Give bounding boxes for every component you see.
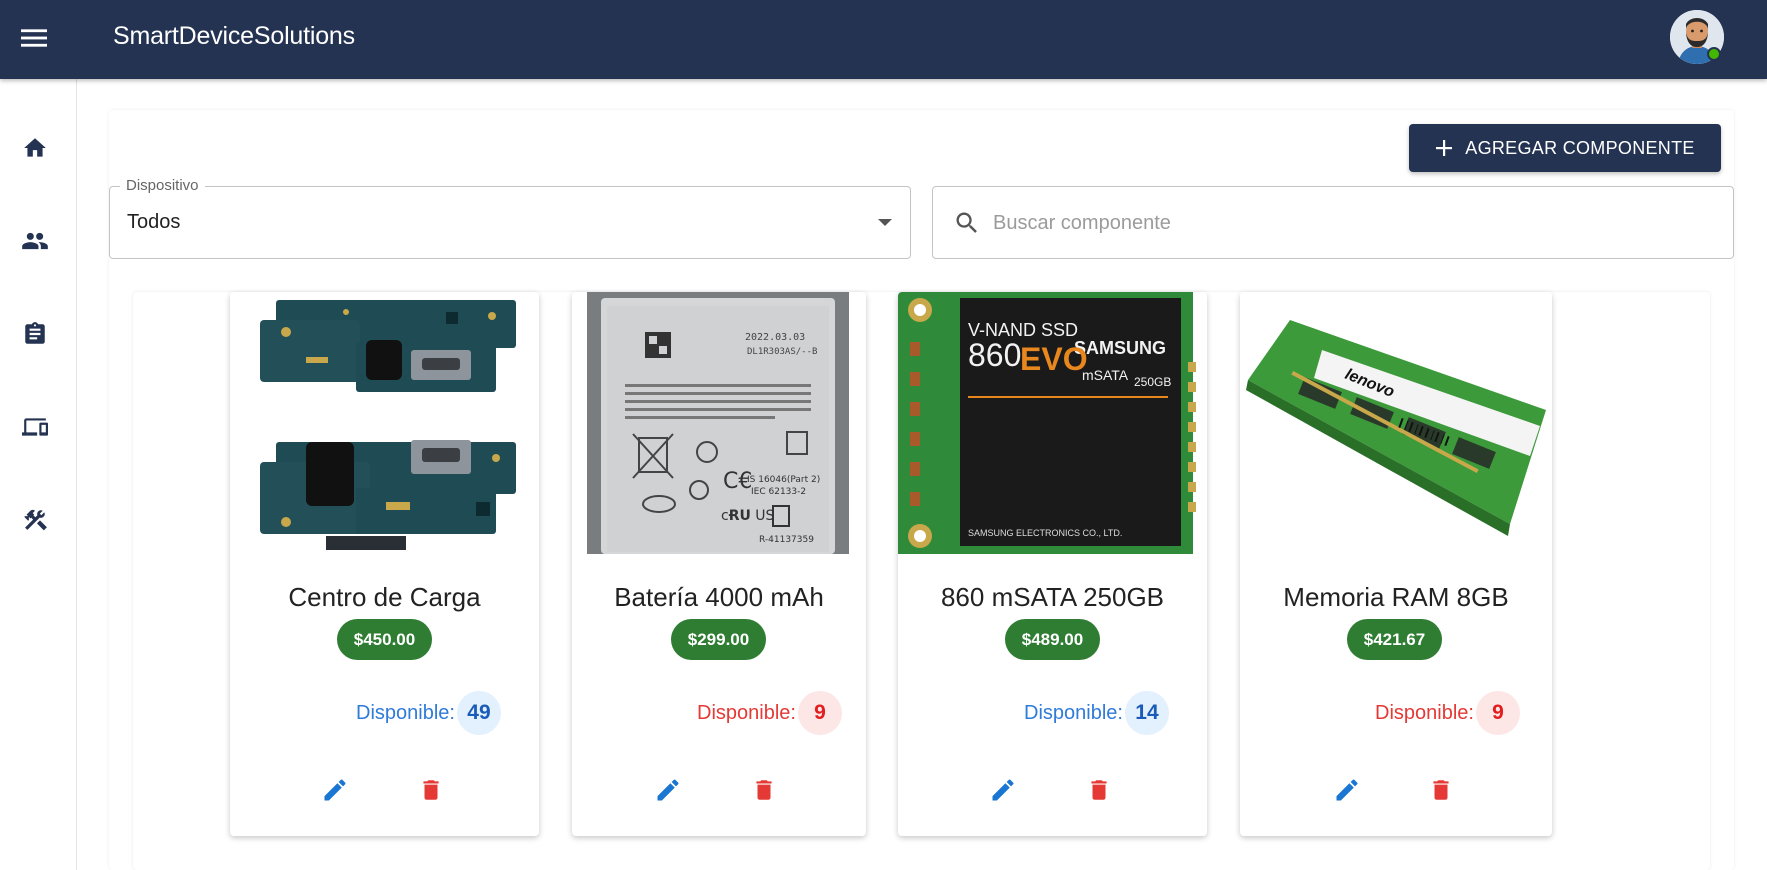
edit-icon [657, 779, 679, 801]
ssd-maker-text: SAMSUNG ELECTRONICS CO., LTD. [968, 528, 1122, 538]
stock-count-badge: 14 [1124, 691, 1169, 735]
product-image-battery: 2022.03.03 DL1R303AS/--B C€ IS 16046(Par… [587, 292, 849, 554]
product-image-charging-board [246, 292, 523, 554]
clipboard-icon [25, 322, 45, 344]
battery-code-text: DL1R303AS/--B [747, 347, 817, 357]
tools-icon [24, 509, 47, 531]
product-card: V-NAND SSD SAMSUNG 860 EVO mSATA 250GB S… [898, 292, 1207, 836]
product-name: 860 mSATA 250GB [940, 582, 1165, 612]
svg-text:IEC 62133-2: IEC 62133-2 [751, 487, 806, 497]
trash-icon [756, 780, 772, 800]
product-name: Memoria RAM 8GB [1283, 582, 1509, 612]
product-name: Centro de Carga [288, 582, 481, 612]
plus-icon [1436, 140, 1453, 156]
svg-text:ᴄɌU US: ᴄɌU US [721, 508, 775, 524]
stock-label: Disponible: [356, 701, 455, 724]
device-select-value: Todos [127, 211, 181, 233]
edit-button[interactable] [1327, 770, 1367, 810]
device-select[interactable]: Dispositivo Todos [109, 177, 911, 259]
delete-button[interactable] [1079, 770, 1119, 810]
product-name: Batería 4000 mAh [614, 582, 824, 612]
product-image-ram: lenovo [1240, 292, 1552, 554]
stock-info: Disponible: 9 [1375, 691, 1520, 735]
nav-item-users[interactable] [14, 220, 56, 262]
nav-item-components[interactable] [14, 499, 56, 541]
stock-count-badge: 49 [456, 691, 501, 735]
price-badge: $299.00 [671, 619, 766, 660]
stock-label: Disponible: [1024, 701, 1123, 724]
ssd-model-text: 860 [968, 337, 1021, 373]
delete-button[interactable] [1421, 770, 1461, 810]
battery-date-text: 2022.03.03 [745, 332, 805, 343]
stock-label: Disponible: [1375, 701, 1474, 724]
price-badge: $489.00 [1005, 619, 1100, 660]
edit-icon [992, 779, 1014, 801]
trash-icon [1091, 780, 1107, 800]
stock-count-badge: 9 [1475, 691, 1520, 735]
menu-button[interactable] [16, 20, 52, 56]
price-badge: $450.00 [337, 619, 432, 660]
svg-text:IS 16046(Part 2): IS 16046(Part 2) [747, 475, 820, 485]
search-input[interactable] [993, 201, 1713, 245]
stock-info: Disponible: 49 [356, 691, 501, 735]
stock-count-badge: 9 [797, 691, 842, 735]
edit-button[interactable] [983, 770, 1023, 810]
search-icon [956, 212, 977, 233]
ssd-capacity-text: 250GB [1134, 375, 1171, 389]
add-component-button[interactable]: AGREGAR COMPONENTE [1409, 124, 1721, 172]
devices-icon [22, 418, 48, 436]
add-component-label: AGREGAR COMPONENTE [1465, 137, 1695, 158]
nav-item-orders[interactable] [14, 313, 56, 355]
delete-button[interactable] [411, 770, 451, 810]
app-title: SmartDeviceSolutions [113, 22, 355, 50]
nav-item-home[interactable] [14, 127, 56, 169]
device-select-label: Dispositivo [120, 177, 205, 194]
delete-button[interactable] [744, 770, 784, 810]
app-bar: SmartDeviceSolutions [0, 0, 1767, 79]
people-icon [22, 232, 48, 250]
ssd-model-suffix-text: EVO [1020, 341, 1088, 377]
ssd-type-text: mSATA [1082, 367, 1129, 383]
stock-label: Disponible: [697, 701, 796, 724]
edit-button[interactable] [315, 770, 355, 810]
side-navigation [0, 79, 77, 870]
edit-icon [324, 779, 346, 801]
ssd-brand-text: SAMSUNG [1074, 338, 1166, 358]
edit-button[interactable] [648, 770, 688, 810]
search-field[interactable] [932, 186, 1734, 259]
menu-icon [21, 29, 47, 47]
dropdown-arrow-icon [878, 219, 892, 226]
svg-text:R-41137359: R-41137359 [759, 535, 814, 545]
trash-icon [1433, 780, 1449, 800]
product-card: lenovo Memoria RAM 8GB $421.67 Disponibl… [1240, 292, 1552, 836]
stock-info: Disponible: 9 [697, 691, 842, 735]
trash-icon [423, 780, 439, 800]
nav-item-devices[interactable] [14, 406, 56, 448]
home-icon [24, 138, 46, 157]
product-card: 2022.03.03 DL1R303AS/--B C€ IS 16046(Par… [572, 292, 866, 836]
product-image-ssd: V-NAND SSD SAMSUNG 860 EVO mSATA 250GB S… [898, 292, 1207, 554]
price-badge: $421.67 [1347, 619, 1442, 660]
online-status-dot [1707, 47, 1721, 61]
product-card: Centro de Carga $450.00 Disponible: 49 [230, 292, 539, 836]
edit-icon [1336, 779, 1358, 801]
stock-info: Disponible: 14 [1024, 691, 1169, 735]
